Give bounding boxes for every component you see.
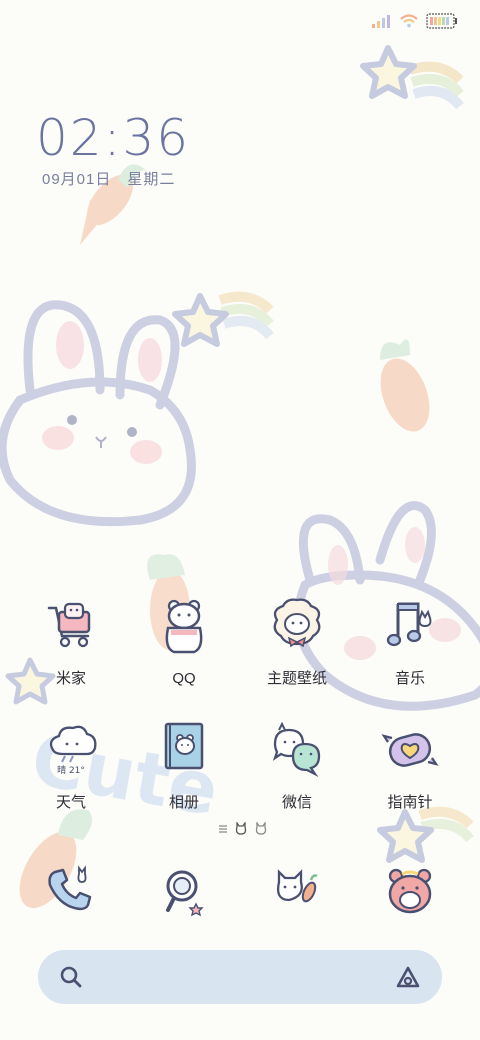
theme-sheep-icon <box>273 598 321 648</box>
app-wechat[interactable]: 微信 <box>247 720 347 813</box>
dock-bear-app[interactable] <box>360 862 460 927</box>
page-menu-icon <box>219 825 227 833</box>
page-dot-icon <box>255 822 267 835</box>
app-label: 米家 <box>55 670 86 687</box>
candy-compass-icon <box>381 733 439 767</box>
weather-cloud-icon: 晴 21° <box>49 725 97 776</box>
app-compass[interactable]: 指南针 <box>360 720 460 813</box>
app-label: 主题壁纸 <box>266 670 327 687</box>
dock-messages[interactable] <box>247 862 347 927</box>
app-label: QQ <box>172 670 196 687</box>
search-bar[interactable] <box>38 950 442 1004</box>
clock-date: 09月01日 <box>42 171 112 188</box>
app-label: 微信 <box>281 794 312 811</box>
app-label: 指南针 <box>387 794 433 811</box>
status-bar <box>372 10 458 32</box>
weather-badge: 晴 21° <box>57 764 85 776</box>
app-label: 音乐 <box>394 670 425 687</box>
wifi-icon <box>400 14 418 28</box>
app-mijia[interactable]: 米家 <box>21 596 121 689</box>
clock-widget[interactable]: 02:36 09月01日 星期二 <box>36 112 190 189</box>
clock-weekday: 星期二 <box>127 171 176 188</box>
page-dot-active-icon <box>235 822 247 835</box>
page-indicator[interactable] <box>218 822 268 836</box>
bunny-message-icon <box>276 869 318 903</box>
app-label: 天气 <box>55 794 86 811</box>
clock-date-row: 09月01日 星期二 <box>36 168 190 189</box>
phone-icon <box>48 865 92 911</box>
app-music[interactable]: 音乐 <box>360 596 460 689</box>
app-qq[interactable]: QQ <box>134 596 234 689</box>
search-icon <box>60 966 82 988</box>
shopping-cart-icon <box>47 602 91 648</box>
dock-browser[interactable] <box>134 862 234 927</box>
qq-bear-icon <box>165 599 203 654</box>
app-label: 相册 <box>168 794 199 811</box>
app-theme[interactable]: 主题壁纸 <box>247 596 347 689</box>
signal-icon <box>372 15 390 28</box>
app-weather[interactable]: 晴 21° 天气 <box>21 720 121 813</box>
bear-browser-icon <box>388 868 432 914</box>
battery-icon <box>426 13 457 29</box>
magnifier-camera-icon <box>166 870 204 917</box>
app-album[interactable]: 相册 <box>134 720 234 813</box>
music-note-icon <box>386 602 432 647</box>
assistant-icon[interactable] <box>394 963 422 991</box>
wechat-bubbles-icon <box>272 721 321 777</box>
dock-phone[interactable] <box>21 862 121 927</box>
album-book-icon <box>164 722 204 770</box>
clock-time: 02:36 <box>36 109 191 167</box>
